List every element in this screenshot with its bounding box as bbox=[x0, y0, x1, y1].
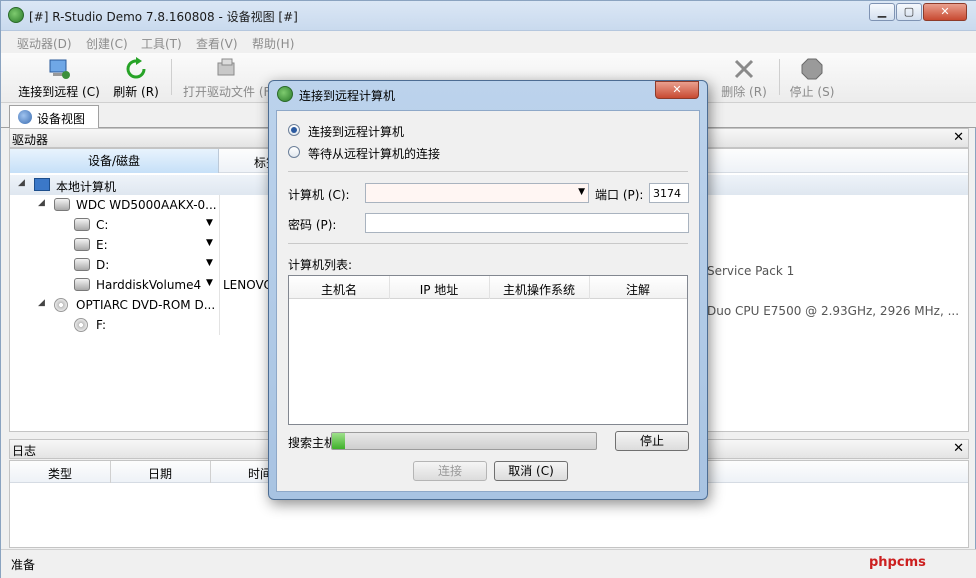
search-hosts-label: 搜索主机 bbox=[288, 436, 337, 450]
column-type[interactable]: 类型 bbox=[48, 465, 72, 482]
menu-tools[interactable]: 工具(T) bbox=[141, 35, 182, 52]
partition-icon bbox=[74, 278, 90, 291]
log-panel-title: 日志 bbox=[12, 444, 37, 458]
search-progress-bar bbox=[331, 432, 597, 450]
chevron-down-icon[interactable]: ▼ bbox=[206, 258, 213, 268]
close-button[interactable]: ✕ bbox=[923, 3, 967, 21]
expander-icon[interactable]: ◢ bbox=[38, 198, 45, 208]
radio-wait-label[interactable]: 等待从远程计算机的连接 bbox=[308, 145, 440, 162]
window-title: [#] R-Studio Demo 7.8.160808 - 设备视图 [#] bbox=[29, 10, 298, 24]
delete-button[interactable]: 删除 (R) bbox=[719, 57, 769, 100]
connect-remote-dialog: 连接到远程计算机 ✕ 连接到远程计算机 等待从远程计算机的连接 计算机 (C):… bbox=[268, 80, 708, 500]
column-hostname[interactable]: 主机名 bbox=[289, 281, 389, 298]
chevron-down-icon[interactable]: ▼ bbox=[206, 238, 213, 248]
refresh-icon bbox=[126, 57, 146, 79]
password-label: 密码 (P): bbox=[288, 218, 337, 232]
watermark: phpcms bbox=[869, 555, 926, 570]
column-comment[interactable]: 注解 bbox=[589, 281, 687, 298]
title-bar: [#] R-Studio Demo 7.8.160808 - 设备视图 [#] … bbox=[1, 1, 976, 31]
port-label: 端口 (P): bbox=[595, 188, 644, 202]
password-input[interactable] bbox=[365, 213, 689, 233]
tools-icon bbox=[734, 59, 754, 79]
connect-remote-button[interactable]: 连接到远程 (C) bbox=[17, 57, 101, 100]
computer-list-table[interactable]: 主机名 IP 地址 主机操作系统 注解 bbox=[288, 275, 688, 425]
dialog-icon bbox=[277, 86, 293, 102]
column-host-os[interactable]: 主机操作系统 bbox=[489, 281, 589, 298]
toolbar-separator bbox=[779, 59, 780, 95]
drives-panel-title: 驱动器 bbox=[12, 133, 49, 147]
stop-search-button[interactable]: 停止 bbox=[615, 431, 689, 451]
computer-list-header: 主机名 IP 地址 主机操作系统 注解 bbox=[289, 276, 687, 299]
close-icon[interactable]: ✕ bbox=[953, 441, 964, 456]
cd-icon bbox=[74, 318, 88, 332]
computer-list-label: 计算机列表: bbox=[288, 258, 353, 272]
computer-combobox[interactable]: ▼ bbox=[365, 183, 589, 203]
volume-label-text: LENOVO bbox=[223, 278, 273, 292]
minimize-button[interactable]: ▁ bbox=[869, 3, 895, 21]
partition-icon bbox=[74, 218, 90, 231]
progress-fill bbox=[332, 433, 346, 449]
chevron-down-icon[interactable]: ▼ bbox=[206, 278, 213, 288]
app-icon bbox=[8, 7, 24, 23]
connect-button[interactable]: 连接 bbox=[413, 461, 487, 481]
chevron-down-icon[interactable]: ▼ bbox=[578, 187, 585, 197]
expander-icon[interactable]: ◢ bbox=[18, 178, 25, 188]
toolbar-separator bbox=[171, 59, 172, 95]
maximize-button[interactable]: ▢ bbox=[896, 3, 922, 21]
dialog-title: 连接到远程计算机 bbox=[299, 89, 396, 103]
menu-help[interactable]: 帮助(H) bbox=[252, 35, 294, 52]
port-input[interactable]: 3174 bbox=[649, 183, 689, 203]
dialog-body: 连接到远程计算机 等待从远程计算机的连接 计算机 (C): ▼ 端口 (P): … bbox=[276, 110, 700, 492]
tab-device-view[interactable]: 设备视图 bbox=[9, 105, 99, 128]
cd-drive-icon bbox=[54, 298, 68, 312]
radio-wait-connection[interactable] bbox=[288, 146, 300, 158]
hard-disk-icon bbox=[54, 198, 70, 211]
divider bbox=[288, 171, 688, 172]
column-ip-address[interactable]: IP 地址 bbox=[389, 281, 489, 298]
device-view-icon bbox=[18, 110, 32, 124]
stop-sign-icon bbox=[801, 58, 823, 80]
chevron-down-icon[interactable]: ▼ bbox=[206, 218, 213, 228]
cancel-button[interactable]: 取消 (C) bbox=[494, 461, 568, 481]
computer-icon bbox=[34, 178, 50, 191]
computer-label: 计算机 (C): bbox=[288, 188, 350, 202]
radio-connect-remote[interactable] bbox=[288, 124, 300, 136]
dialog-close-button[interactable]: ✕ bbox=[655, 81, 699, 99]
folder-disk-icon bbox=[217, 58, 235, 76]
refresh-button[interactable]: 刷新 (R) bbox=[113, 57, 159, 100]
status-text: 准备 bbox=[11, 558, 36, 572]
close-icon[interactable]: ✕ bbox=[953, 130, 964, 145]
menu-drives[interactable]: 驱动器(D) bbox=[17, 35, 72, 52]
column-device-disk[interactable]: 设备/磁盘 bbox=[10, 149, 219, 173]
status-bar: 准备 phpcms bbox=[1, 549, 976, 578]
menu-view[interactable]: 查看(V) bbox=[196, 35, 238, 52]
menu-bar: 驱动器(D) 创建(C) 工具(T) 查看(V) 帮助(H) bbox=[1, 31, 976, 53]
expander-icon[interactable]: ◢ bbox=[38, 298, 45, 308]
menu-create[interactable]: 创建(C) bbox=[86, 35, 128, 52]
column-date[interactable]: 日期 bbox=[148, 465, 172, 482]
open-drive-files-button[interactable]: 打开驱动文件 (F) bbox=[183, 57, 275, 100]
network-computer-icon bbox=[49, 59, 70, 79]
partition-icon bbox=[74, 238, 90, 251]
partition-icon bbox=[74, 258, 90, 271]
stop-button[interactable]: 停止 (S) bbox=[789, 57, 835, 100]
radio-connect-label[interactable]: 连接到远程计算机 bbox=[308, 123, 404, 140]
divider bbox=[288, 243, 688, 244]
